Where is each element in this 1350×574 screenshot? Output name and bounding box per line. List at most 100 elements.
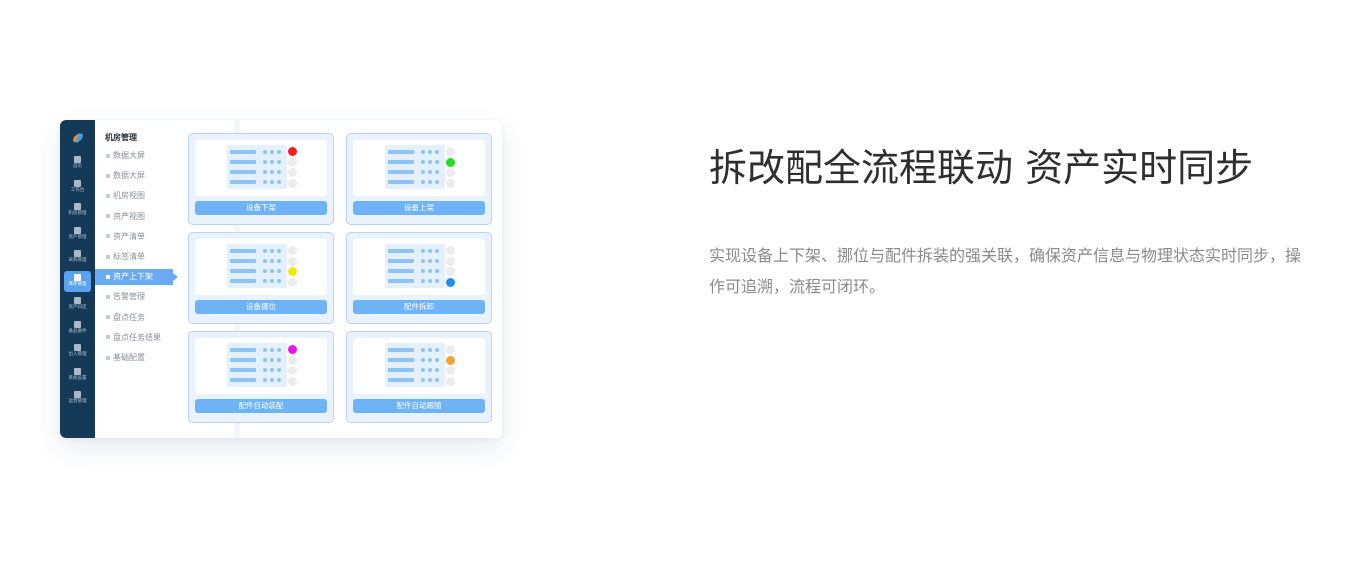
description: 实现设备上下架、挪位与配件拆装的强关联，确保资产信息与物理状态实时同步，操作可追… <box>709 246 1302 296</box>
rail-item-label: 机房管理 <box>68 211 87 216</box>
status-led-icon <box>446 244 455 288</box>
rail-item-label: 采购管理 <box>68 258 87 263</box>
nav-icon <box>74 297 81 304</box>
rack-illustration <box>353 140 485 196</box>
operation-card[interactable]: 设备挪位 <box>188 232 334 324</box>
rail-item-label: 库存管理 <box>68 281 87 287</box>
rack-illustration <box>195 140 327 196</box>
rail-item-label: 工作台 <box>70 187 85 193</box>
nav-icon <box>74 250 81 257</box>
menu-item-label: 资产上下架 <box>113 272 153 282</box>
server-rack-icon <box>385 145 445 189</box>
rail-item-label: 出入管理 <box>68 352 87 357</box>
server-rack-icon <box>227 244 287 288</box>
rail-item-label: 资产管理 <box>68 234 87 240</box>
rail-item[interactable]: 工作台 <box>64 177 91 198</box>
server-rack-icon <box>227 145 287 189</box>
bullet-icon <box>106 193 110 198</box>
menu-item[interactable]: 机房视图 <box>95 188 173 204</box>
nav-icon <box>74 203 81 210</box>
server-rack-icon <box>227 343 287 387</box>
bullet-icon <box>106 355 110 360</box>
menu-item[interactable]: 标签清单 <box>95 249 173 265</box>
rail-item[interactable]: 采购管理 <box>64 247 91 268</box>
menu-item[interactable]: 资产清单 <box>95 229 173 245</box>
rack-illustration <box>195 338 327 394</box>
menu-item[interactable]: 资产视图 <box>95 209 173 225</box>
rail-item[interactable]: 首页 <box>64 153 91 174</box>
card-action-button[interactable]: 设备挪位 <box>195 300 327 314</box>
rail-item[interactable]: 资产管理 <box>64 224 91 245</box>
rack-illustration <box>353 239 485 295</box>
operation-card[interactable]: 设备下架 <box>188 133 334 225</box>
menu-item[interactable]: 告警管理 <box>95 289 173 305</box>
rail-item[interactable]: 运营管理 <box>64 388 91 409</box>
card-action-button[interactable]: 配件自动装配 <box>195 399 327 413</box>
bullet-icon <box>106 173 110 178</box>
rail-item[interactable]: 资产归还 <box>64 294 91 315</box>
status-led-icon <box>446 343 455 387</box>
status-led-icon <box>446 145 455 189</box>
nav-icon <box>74 273 81 281</box>
menu-item-label: 资产清单 <box>113 231 145 241</box>
rail-item[interactable]: 备品备件 <box>64 318 91 339</box>
rail-item[interactable]: 库存管理 <box>64 270 91 292</box>
rail-item-label: 运营管理 <box>68 399 87 404</box>
rack-illustration <box>195 239 327 295</box>
menu-item-label: 基础配置 <box>113 353 145 362</box>
rail-item[interactable]: 机房管理 <box>64 200 91 221</box>
menu-title: 机房管理 <box>105 133 137 142</box>
nav-icon <box>74 391 81 398</box>
bullet-icon <box>106 315 110 320</box>
bullet-icon <box>106 153 110 158</box>
bullet-icon <box>106 214 110 219</box>
status-led-icon <box>288 145 297 189</box>
rail-item[interactable]: 系统设置 <box>64 365 91 386</box>
menu-item-label: 机房视图 <box>113 191 145 201</box>
headline: 拆改配全流程联动 资产实时同步 <box>709 146 1254 190</box>
menu-item[interactable]: 盘点任务 <box>95 310 173 326</box>
menu-item[interactable]: 盘点任务结果 <box>95 330 173 346</box>
status-led-icon <box>288 244 297 288</box>
menu-item-label: 盘点任务 <box>113 312 145 322</box>
card-action-button[interactable]: 设备上架 <box>353 201 485 215</box>
nav-icon <box>74 320 81 328</box>
status-led-icon <box>288 343 297 387</box>
nav-icon <box>74 344 81 351</box>
nav-icon <box>74 226 81 234</box>
menu-item-label: 标签清单 <box>113 252 145 261</box>
menu-item-label: 资产视图 <box>113 211 145 221</box>
card-action-button[interactable]: 配件拆卸 <box>353 300 485 314</box>
menu-item-label: 盘点任务结果 <box>113 332 161 342</box>
operation-card[interactable]: 设备上架 <box>346 133 492 225</box>
rail-item-label: 备品备件 <box>68 328 87 334</box>
server-rack-icon <box>385 244 445 288</box>
menu-item-label: 数据大屏 <box>113 171 145 181</box>
rail-item[interactable]: 出入管理 <box>64 341 91 362</box>
nav-icon <box>74 367 81 375</box>
menu-item[interactable]: 数据大屏 <box>95 168 173 184</box>
menu-item[interactable]: 数据大屏 <box>95 148 173 164</box>
bullet-icon <box>106 254 110 259</box>
bullet-icon <box>106 294 110 299</box>
bullet-icon <box>106 335 110 340</box>
bullet-icon <box>106 234 110 239</box>
rail-item-label: 资产归还 <box>68 305 87 310</box>
icon-rail: 首页工作台机房管理资产管理采购管理库存管理资产归还备品备件出入管理系统设置运营管… <box>60 120 95 438</box>
app-mockup: 首页 工作台 机房管理 资产管理 采购管理 库存管理 资产归还 备品备件 出入管理 系统设置 运营管… <box>60 120 502 438</box>
menu-item-label: 数据大屏 <box>113 151 145 160</box>
bullet-icon <box>106 274 110 279</box>
card-action-button[interactable]: 设备下架 <box>195 201 327 215</box>
menu-item-label: 告警管理 <box>113 292 145 302</box>
menu-item[interactable]: 资产上下架 <box>95 269 178 286</box>
nav-icon <box>74 179 81 187</box>
operation-card[interactable]: 配件自动装配 <box>188 331 334 423</box>
rail-item-label: 系统设置 <box>68 375 87 381</box>
rack-illustration <box>353 338 485 394</box>
menu-item[interactable]: 基础配置 <box>95 350 173 366</box>
rail-item-label: 首页 <box>73 164 82 169</box>
operation-card[interactable]: 配件拆卸 <box>346 232 492 324</box>
operation-card[interactable]: 配件自动跟随 <box>346 331 492 423</box>
logo-icon <box>73 133 83 143</box>
card-action-button[interactable]: 配件自动跟随 <box>353 399 485 413</box>
